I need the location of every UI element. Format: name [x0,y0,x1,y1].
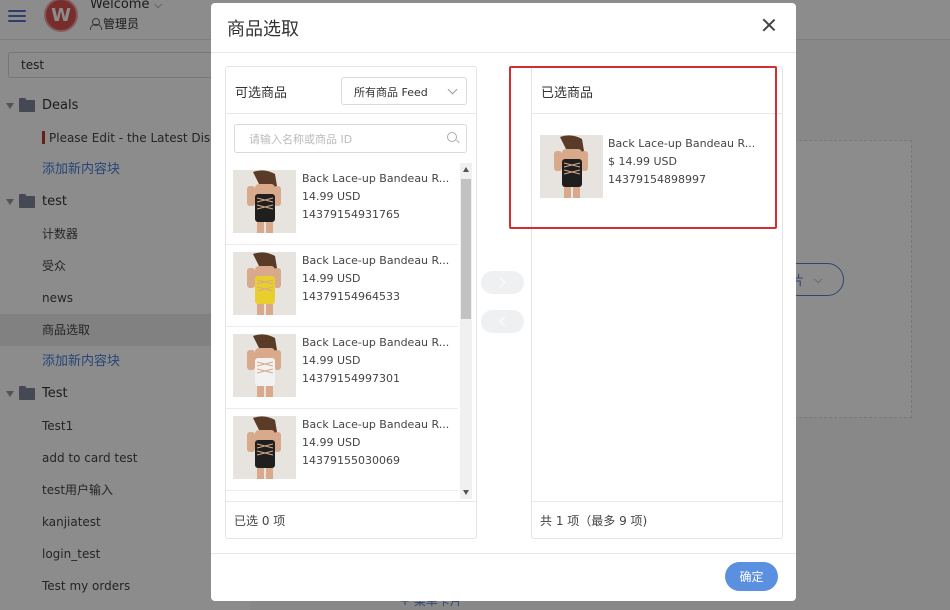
scroll-thumb[interactable] [461,179,471,319]
list-item[interactable]: Back Lace-up Bandeau R... 14.99 USD 143791… [226,245,458,327]
product-id: 14379154997301 [302,372,400,385]
product-name: Back Lace-up Bandeau R... [302,254,450,267]
divider [211,52,796,53]
chevron-left-icon [499,316,510,327]
product-photo [233,170,296,233]
product-thumbnail [233,252,296,315]
highlight-box [509,66,777,229]
list-item[interactable]: Back Lace-up Bandeau R... 14.99 USD 143791… [226,163,458,245]
product-thumbnail [233,334,296,397]
scrollbar[interactable] [460,163,472,499]
selected-count: 已选 0 项 [234,514,286,528]
available-products-list: Back Lace-up Bandeau R... 14.99 USD 143791… [226,163,458,502]
product-search-input[interactable]: 请输入名称或商品 ID [234,124,467,153]
divider [211,553,796,554]
available-products-panel: 可选商品 所有商品 Feed 请输入名称或商品 ID Back Lace-up … [225,66,477,539]
product-picker-modal: 商品选取 可选商品 所有商品 Feed 请输入名称或商品 ID Back Lac… [211,3,796,601]
scroll-up-icon[interactable] [463,167,469,172]
available-products-title: 可选商品 [235,86,288,101]
chevron-down-icon [447,84,458,95]
product-price: 14.99 USD [302,272,361,285]
search-placeholder: 请输入名称或商品 ID [249,133,353,146]
list-item[interactable]: Back Lace-up Bandeau R... 14.99 USD 143791… [226,409,458,491]
close-icon[interactable] [761,17,777,33]
list-item[interactable]: Back Lace-up Bandeau R... 14.99 USD 143791… [226,327,458,409]
panel-header: 可选商品 所有商品 Feed [226,67,476,114]
scroll-down-icon[interactable] [463,490,469,495]
panel-footer: 共 1 项（最多 9 项) [532,501,782,538]
product-thumbnail [233,416,296,479]
search-icon[interactable] [447,132,457,142]
panel-footer: 已选 0 项 [226,501,476,538]
total-count: 共 1 项（最多 9 项) [540,514,648,528]
product-photo [233,416,296,479]
product-id: 14379154931765 [302,208,400,221]
modal-title: 商品选取 [227,19,299,40]
move-right-button[interactable] [481,271,524,294]
product-photo [233,334,296,397]
confirm-button[interactable]: 确定 [725,562,778,591]
move-left-button[interactable] [481,310,524,333]
product-id: 14379154964533 [302,290,400,303]
product-id: 14379155030069 [302,454,400,467]
product-photo [233,252,296,315]
chevron-right-icon [495,277,506,288]
feed-select[interactable]: 所有商品 Feed [341,77,467,105]
product-name: Back Lace-up Bandeau R... [302,336,450,349]
feed-select-value: 所有商品 Feed [354,86,428,99]
product-price: 14.99 USD [302,354,361,367]
product-price: 14.99 USD [302,190,361,203]
product-name: Back Lace-up Bandeau R... [302,172,450,185]
product-name: Back Lace-up Bandeau R... [302,418,450,431]
product-thumbnail [233,170,296,233]
product-price: 14.99 USD [302,436,361,449]
